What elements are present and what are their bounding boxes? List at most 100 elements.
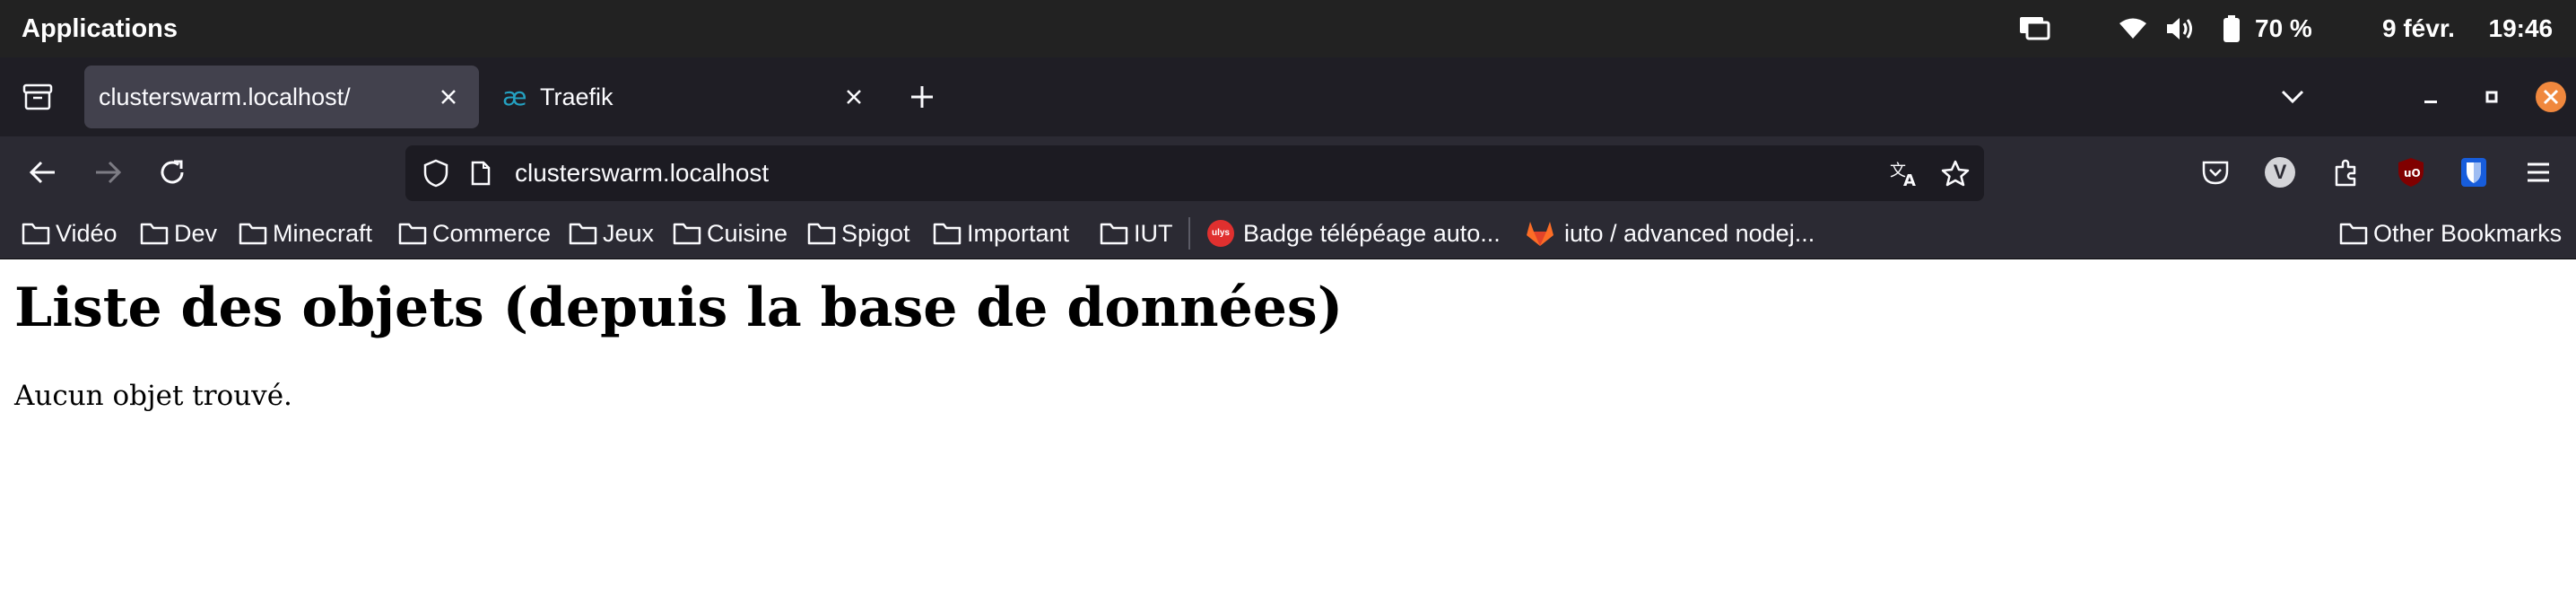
clock[interactable]: 9 févr. 19:46 [2382,0,2553,57]
bookmarks-separator [1188,217,1190,250]
bookmark-folder-important[interactable]: Important [933,208,1069,259]
bookmark-label: Dev [174,219,218,247]
svg-text:uO: uO [2404,167,2421,180]
bitwarden-button[interactable] [2454,153,2493,192]
extensions-button[interactable] [2327,153,2366,192]
firefox-view-icon [22,83,53,110]
folder-icon [807,222,836,245]
folder-icon [2339,222,2368,245]
bookmarks-toolbar: Vidéo Dev Minecraft Commerce Jeux Cuisin… [0,208,2576,259]
ulys-icon: ulys [1207,220,1234,247]
folder-icon [398,222,427,245]
bitwarden-icon [2461,158,2486,187]
extension-v-button[interactable]: V [2260,153,2300,192]
bookmark-folder-video[interactable]: Vidéo [22,208,117,259]
folder-icon [239,222,267,245]
puzzle-icon [2335,159,2356,187]
bookmark-label: Badge télépéage auto... [1243,219,1501,247]
empty-message: Aucun objet trouvé. [14,380,292,412]
folder-icon [1100,222,1128,245]
translate-icon: 文 A [1890,162,1916,187]
arrow-left-icon [30,161,55,184]
bookmark-folder-cuisine[interactable]: Cuisine [673,208,788,259]
applications-menu[interactable]: Applications [22,0,178,57]
navigation-toolbar: clusterswarm.localhost 文 A V uO [0,136,2576,208]
close-icon [847,90,861,104]
bookmark-folder-iut[interactable]: IUT [1100,208,1173,259]
bookmark-label: IUT [1134,219,1173,247]
site-info-button[interactable] [461,153,500,193]
traefik-icon: æ [502,83,533,111]
bookmark-page-button[interactable] [1936,153,1975,193]
bookmark-label: iuto / advanced nodej... [1564,219,1815,247]
tab-clusterswarm[interactable]: clusterswarm.localhost/ [84,66,479,128]
url-bar[interactable]: clusterswarm.localhost 文 A [405,145,1984,201]
bookmark-label: Vidéo [56,219,117,247]
minimize-icon [2424,101,2437,103]
battery-icon[interactable] [2223,0,2241,57]
extension-v-icon: V [2265,157,2295,188]
folder-icon [933,222,962,245]
close-tab-button[interactable] [836,79,872,115]
bookmark-label: Cuisine [707,219,788,247]
list-all-tabs-button[interactable] [2273,77,2312,117]
folder-icon [22,222,50,245]
close-icon [441,90,456,104]
page-content: Liste des objets (depuis la base de donn… [0,259,2576,605]
reload-button[interactable] [152,153,192,192]
bookmark-folder-spigot[interactable]: Spigot [807,208,910,259]
svg-text:æ: æ [502,83,527,111]
ublock-origin-button[interactable]: uO [2391,153,2431,192]
folder-icon [569,222,597,245]
url-text[interactable]: clusterswarm.localhost [515,145,769,201]
page-heading: Liste des objets (depuis la base de donn… [14,276,1344,339]
hamburger-menu-icon [2528,162,2549,182]
pocket-button[interactable] [2196,153,2235,192]
bookmark-badge-telepeage[interactable]: ulys Badge télépéage auto... [1207,208,1501,259]
bookmark-folder-commerce[interactable]: Commerce [398,208,551,259]
forward-button[interactable] [88,153,127,192]
tab-traefik[interactable]: æ Traefik [493,66,888,128]
translate-button[interactable]: 文 A [1885,153,1925,193]
folder-icon [140,222,169,245]
clock-date: 9 févr. [2382,14,2455,42]
close-tab-button[interactable] [431,79,466,115]
bookmark-label: Important [967,219,1070,247]
bookmark-label: Minecraft [273,219,373,247]
bookmark-label: Jeux [603,219,655,247]
tracking-protection-button[interactable] [416,153,456,193]
maximize-icon [2485,91,2498,103]
battery-percent: 70 % [2255,14,2312,42]
clock-time: 19:46 [2488,14,2554,42]
maximize-button[interactable] [2472,77,2511,117]
close-window-button[interactable] [2531,77,2571,117]
ublock-icon: uO [2398,158,2424,187]
firefox-view-button[interactable] [18,77,57,117]
bookmark-folder-minecraft[interactable]: Minecraft [239,208,372,259]
app-menu-button[interactable] [2519,153,2558,192]
back-button[interactable] [23,153,63,192]
display-icon[interactable] [2018,0,2050,57]
bookmark-folder-jeux[interactable]: Jeux [569,208,654,259]
folder-icon [673,222,701,245]
pocket-icon [2202,161,2229,185]
bookmark-label: Spigot [841,219,910,247]
shield-icon [423,159,448,188]
chevron-down-icon [2281,90,2304,104]
new-tab-button[interactable] [902,77,942,117]
volume-icon[interactable] [2165,0,2196,57]
page-icon [471,161,491,186]
minimize-button[interactable] [2411,77,2450,117]
tab-strip: clusterswarm.localhost/ æ Traefik [0,57,2576,136]
wifi-icon[interactable] [2119,0,2147,57]
plus-icon [911,86,933,108]
svg-text:A: A [1903,171,1916,187]
tab-title: clusterswarm.localhost/ [99,83,351,110]
bookmark-folder-dev[interactable]: Dev [140,208,217,259]
star-icon [1941,160,1970,187]
other-bookmarks-label: Other Bookmarks [2373,219,2563,247]
other-bookmarks[interactable]: Other Bookmarks [2339,208,2562,259]
reload-icon [161,160,184,184]
bookmark-gitlab-iuto[interactable]: iuto / advanced nodej... [1525,208,1815,259]
close-window-icon [2536,82,2566,112]
